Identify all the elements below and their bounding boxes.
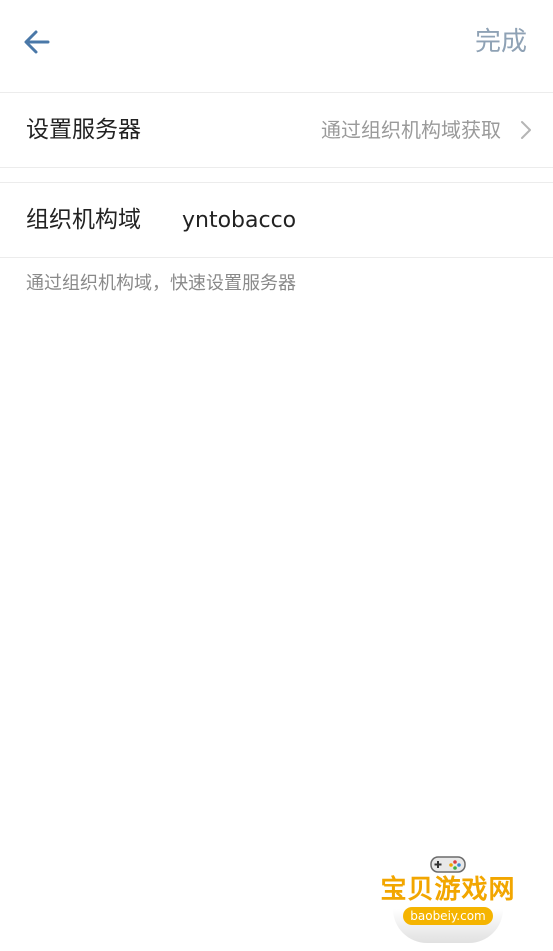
hint-text: 通过组织机构域，快速设置服务器 — [26, 273, 296, 294]
section-gap — [0, 168, 553, 181]
chevron-right-icon — [519, 119, 533, 141]
watermark-logo: 宝贝游戏网 baobeiy.com — [373, 851, 523, 943]
server-source-value: 通过组织机构域获取 — [321, 118, 501, 142]
org-domain-input[interactable] — [182, 203, 522, 237]
org-domain-label: 组织机构域 — [26, 207, 141, 233]
arrow-left-icon — [18, 22, 58, 62]
set-server-label: 设置服务器 — [26, 117, 141, 143]
done-button[interactable]: 完成 — [475, 24, 527, 60]
watermark-title: 宝贝游戏网 — [380, 875, 516, 905]
org-domain-row: 组织机构域 — [0, 182, 553, 258]
top-bar: 完成 — [0, 0, 553, 93]
gamepad-icon — [428, 853, 468, 875]
watermark-site: baobeiy.com — [403, 907, 493, 925]
set-server-row[interactable]: 设置服务器 通过组织机构域获取 — [0, 93, 553, 168]
back-button[interactable] — [18, 22, 58, 62]
